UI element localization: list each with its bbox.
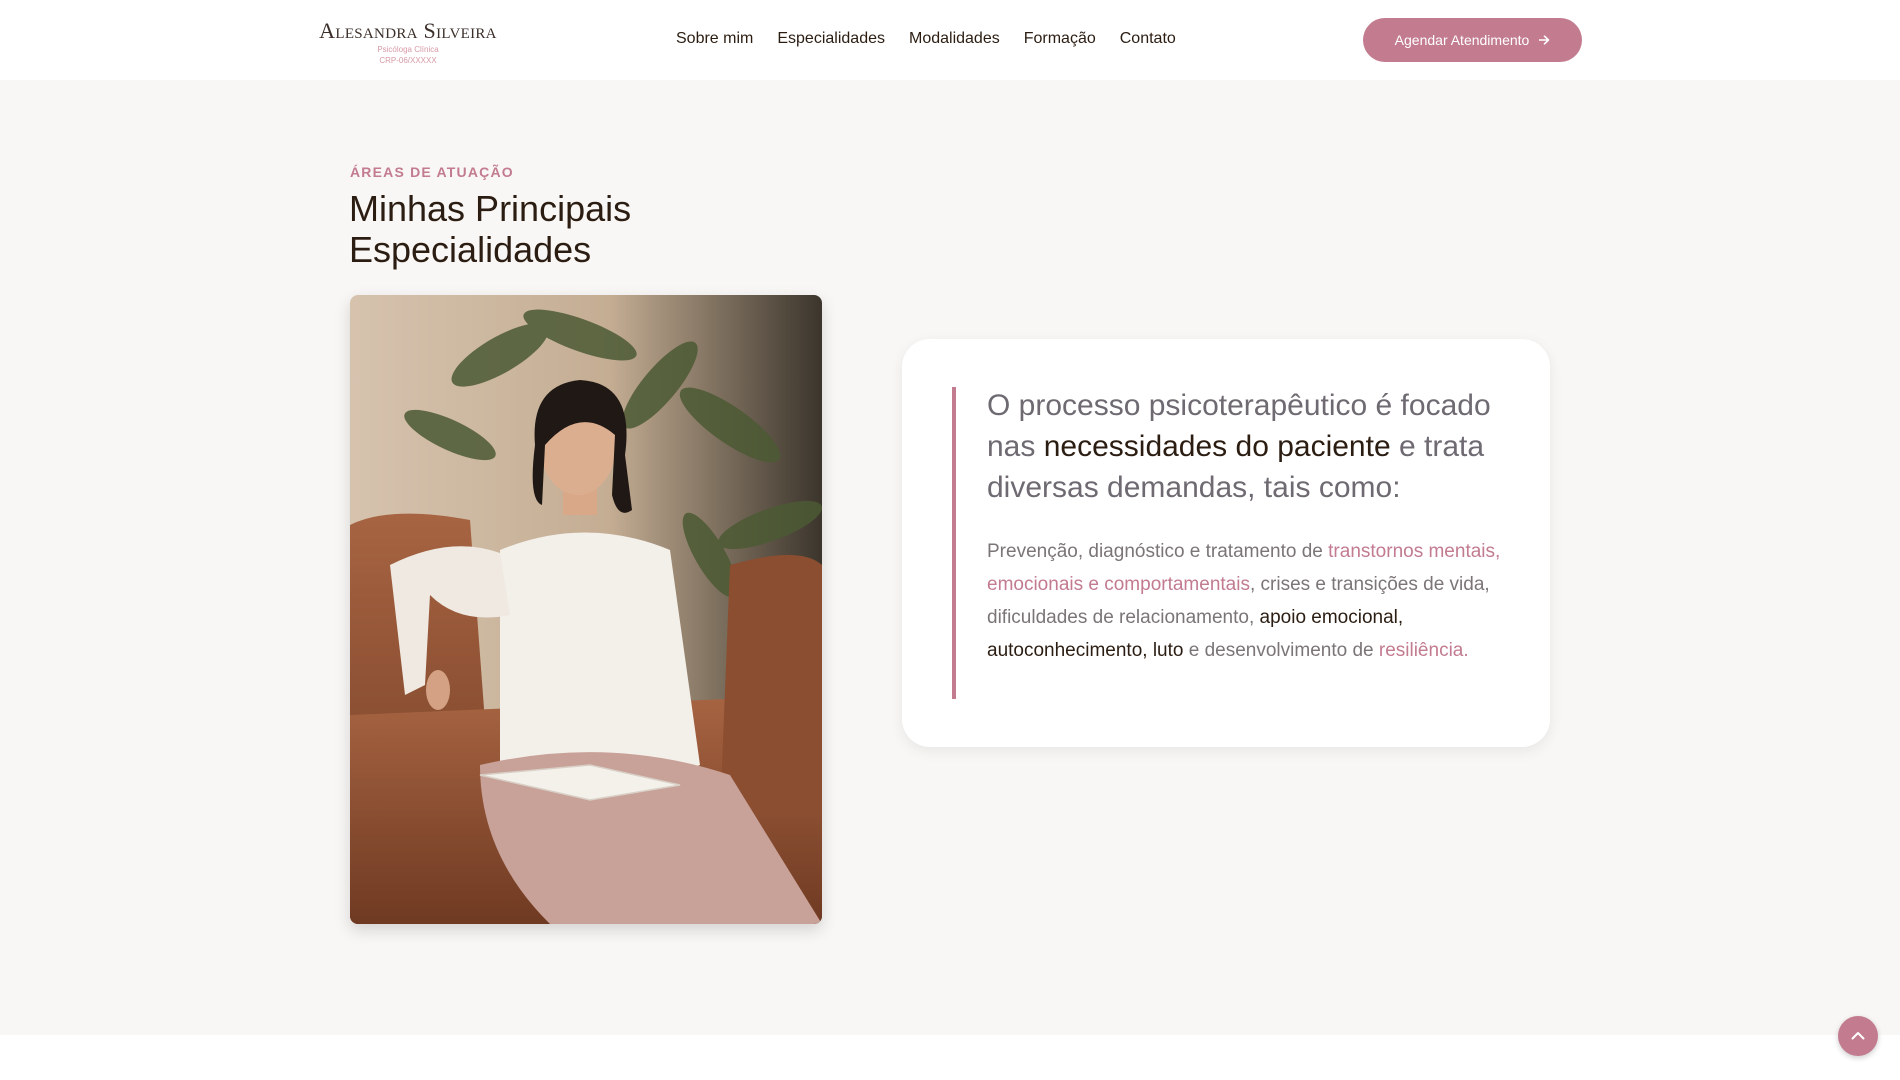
portrait-photo	[350, 295, 822, 924]
logo[interactable]: Alesandra Silveira Psicóloga Clínica CRP…	[318, 18, 498, 66]
nav-sobre-mim[interactable]: Sobre mim	[676, 30, 753, 48]
nav-formacao[interactable]: Formação	[1024, 30, 1096, 48]
quote-body-text-1: Prevenção, diagnóstico e tratamento de	[987, 541, 1329, 562]
logo-subtitle: Psicóloga Clínica	[377, 45, 439, 54]
quote-accent-bar	[952, 387, 956, 699]
nav-modalidades[interactable]: Modalidades	[909, 30, 1000, 48]
logo-crp: CRP-06/XXXXX	[379, 56, 437, 65]
quote-highlight-resilience: resiliência	[1378, 640, 1464, 661]
site-header: Alesandra Silveira Psicóloga Clínica CRP…	[0, 0, 1900, 80]
quote-body: Prevenção, diagnóstico e tratamento de t…	[987, 535, 1532, 667]
schedule-button-label: Agendar Atendimento	[1394, 32, 1530, 48]
section-title: Minhas Principais Especialidades	[349, 188, 632, 270]
arrow-right-icon	[1538, 33, 1550, 48]
main-nav: Sobre mim Especialidades Modalidades For…	[676, 30, 1176, 48]
quote-card: O processo psicoterapêutico é focado nas…	[902, 339, 1550, 747]
quote-lead: O processo psicoterapêutico é focado nas…	[987, 385, 1517, 508]
section-eyebrow: ÁREAS DE ATUAÇÃO	[350, 164, 514, 180]
chevron-up-icon	[1851, 1027, 1865, 1045]
specialties-section: ÁREAS DE ATUAÇÃO Minhas Principais Espec…	[0, 80, 1900, 1035]
schedule-button[interactable]: Agendar Atendimento	[1363, 18, 1582, 62]
quote-body-period: .	[1463, 640, 1469, 661]
quote-lead-strong: necessidades do paciente	[1043, 430, 1391, 463]
quote-body-text-3: e desenvolvimento de	[1183, 640, 1379, 661]
back-to-top-button[interactable]	[1838, 1016, 1878, 1056]
logo-name: Alesandra Silveira	[319, 18, 497, 43]
nav-contato[interactable]: Contato	[1120, 30, 1176, 48]
nav-especialidades[interactable]: Especialidades	[777, 30, 885, 48]
